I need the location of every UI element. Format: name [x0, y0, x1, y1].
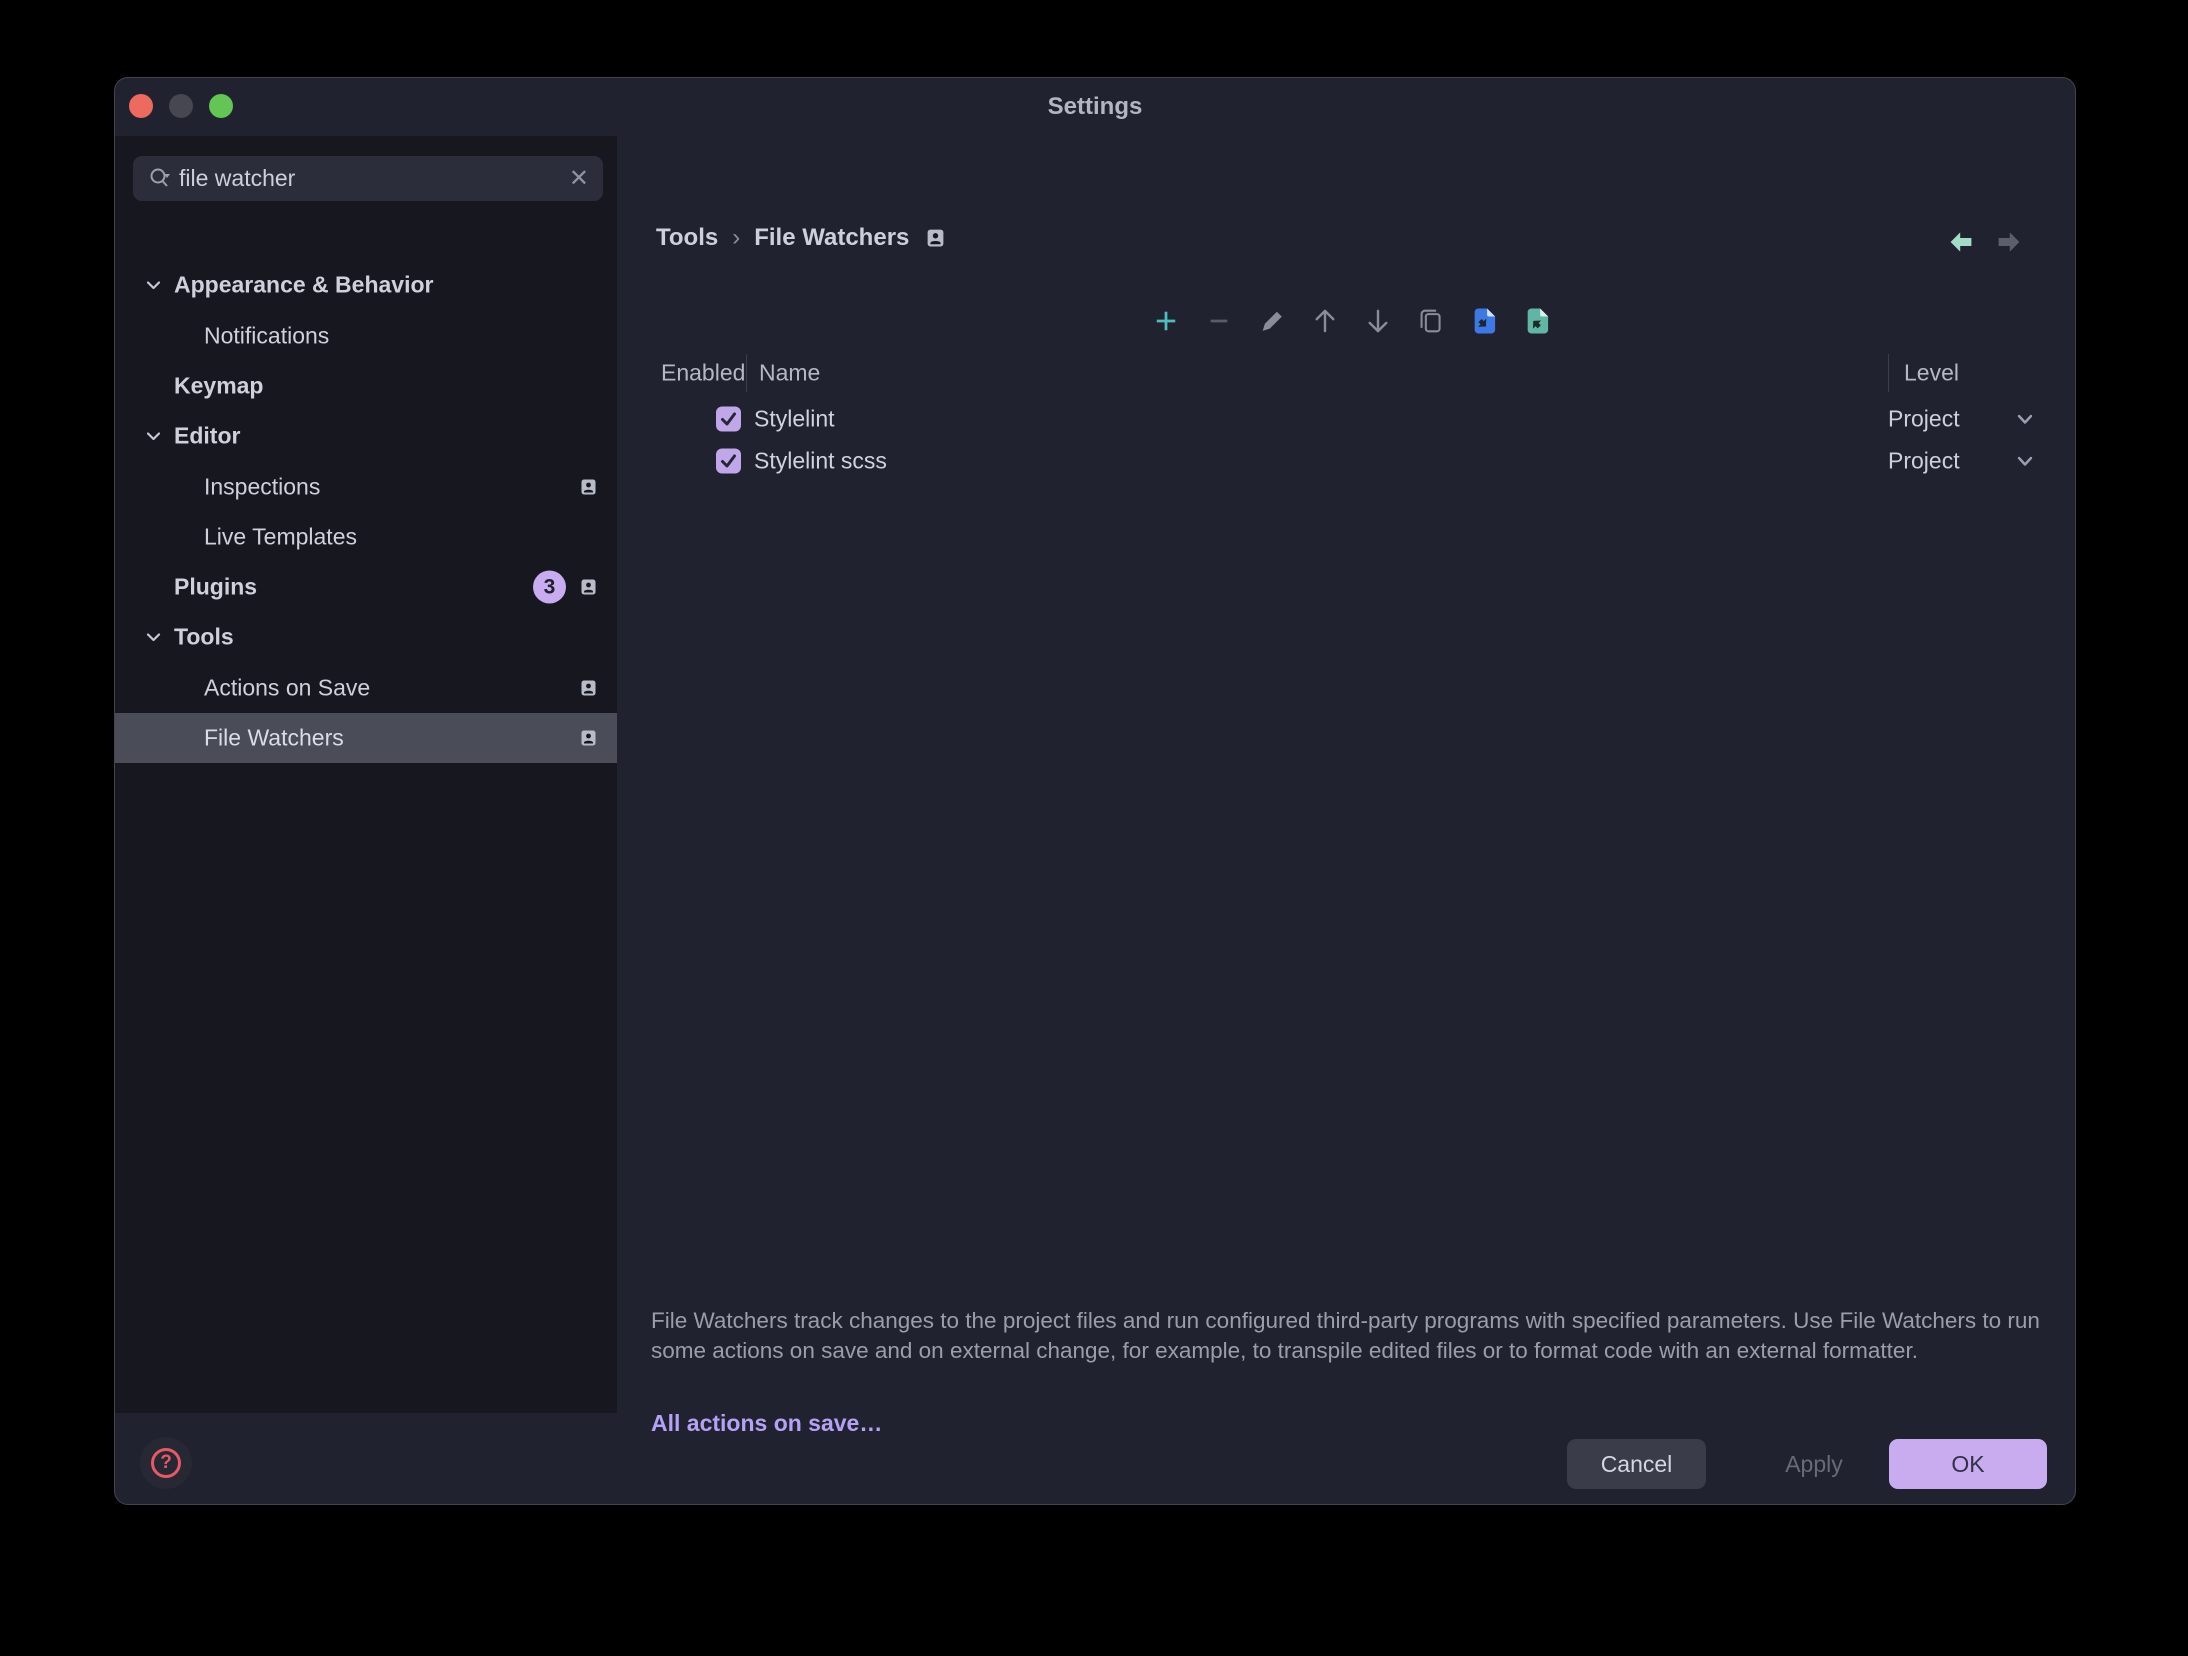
move-down-icon[interactable]: [1366, 308, 1390, 334]
level-dropdown[interactable]: Project: [1888, 448, 1960, 475]
file-watchers-pane: Tools › File Watchers Enabled Name Level: [617, 136, 2075, 1504]
search-input[interactable]: [173, 165, 569, 192]
export-watchers-icon[interactable]: [1525, 308, 1549, 334]
profile-settings-icon: [581, 730, 596, 746]
profile-settings-icon: [927, 229, 944, 247]
add-icon[interactable]: [1154, 308, 1178, 334]
sidebar-item-actions-on-save[interactable]: Actions on Save: [115, 663, 617, 713]
level-dropdown[interactable]: Project: [1888, 406, 1960, 433]
help-question-icon: ?: [151, 1448, 181, 1478]
column-divider: [1888, 354, 1889, 392]
breadcrumb-file-watchers: File Watchers: [754, 224, 909, 252]
sidebar-item-file-watchers[interactable]: File Watchers: [115, 713, 617, 763]
settings-dialog: Settings ✕ Appearance & Behavior Notific…: [114, 77, 2076, 1505]
profile-settings-icon: [581, 680, 596, 696]
breadcrumb-tools[interactable]: Tools: [656, 224, 718, 252]
titlebar: Settings: [115, 78, 2075, 136]
sidebar-item-live-templates[interactable]: Live Templates: [115, 512, 617, 562]
table-row-stylelint-scss[interactable]: Stylelint scss Project: [617, 440, 2075, 482]
all-actions-on-save-link[interactable]: All actions on save…: [651, 1410, 882, 1437]
back-arrow-icon[interactable]: [1949, 229, 1973, 255]
sidebar-item-keymap[interactable]: Keymap: [115, 361, 617, 411]
sidebar-item-tools[interactable]: Tools: [115, 612, 617, 662]
window-title: Settings: [115, 93, 2075, 121]
help-button[interactable]: ?: [140, 1437, 192, 1489]
file-watchers-description: File Watchers track changes to the proje…: [651, 1306, 2043, 1366]
edit-pencil-icon[interactable]: [1260, 308, 1284, 334]
chevron-down-icon[interactable]: [145, 428, 162, 445]
duplicate-copy-icon[interactable]: [1419, 308, 1443, 334]
enabled-checkbox[interactable]: [716, 407, 741, 432]
chevron-down-icon[interactable]: [2015, 451, 2035, 471]
clear-search-icon[interactable]: ✕: [569, 164, 589, 193]
profile-settings-icon: [581, 479, 596, 495]
search-icon: [147, 166, 173, 192]
chevron-down-icon[interactable]: [145, 629, 162, 646]
column-divider: [746, 354, 747, 392]
breadcrumb-separator-icon: ›: [732, 224, 740, 252]
column-header-name: Name: [759, 360, 820, 387]
sidebar-item-plugins[interactable]: Plugins 3: [115, 562, 617, 612]
sidebar-item-appearance-behavior[interactable]: Appearance & Behavior: [115, 260, 617, 310]
plugins-count-badge: 3: [533, 571, 566, 604]
cancel-button[interactable]: Cancel: [1567, 1439, 1706, 1489]
import-watchers-icon[interactable]: [1472, 308, 1496, 334]
sidebar-item-notifications[interactable]: Notifications: [115, 311, 617, 361]
chevron-down-icon[interactable]: [145, 277, 162, 294]
breadcrumb: Tools › File Watchers: [656, 224, 944, 252]
watchers-toolbar: [1154, 308, 1549, 334]
ok-button[interactable]: OK: [1889, 1439, 2047, 1489]
settings-sidebar: ✕ Appearance & Behavior Notifications Ke…: [115, 136, 617, 1413]
table-row-stylelint[interactable]: Stylelint Project: [617, 398, 2075, 440]
history-nav: [1949, 229, 2021, 255]
forward-arrow-icon[interactable]: [1997, 229, 2021, 255]
enabled-checkbox[interactable]: [716, 449, 741, 474]
move-up-icon[interactable]: [1313, 308, 1337, 334]
chevron-down-icon[interactable]: [2015, 409, 2035, 429]
remove-icon[interactable]: [1207, 308, 1231, 334]
settings-search-box[interactable]: ✕: [133, 156, 603, 201]
apply-button[interactable]: Apply: [1741, 1439, 1887, 1489]
sidebar-item-inspections[interactable]: Inspections: [115, 462, 617, 512]
profile-settings-icon: [581, 579, 596, 595]
column-header-enabled: Enabled: [661, 360, 745, 387]
sidebar-item-editor[interactable]: Editor: [115, 411, 617, 461]
column-header-level: Level: [1904, 360, 1959, 387]
table-header: Enabled Name Level: [617, 354, 2075, 392]
